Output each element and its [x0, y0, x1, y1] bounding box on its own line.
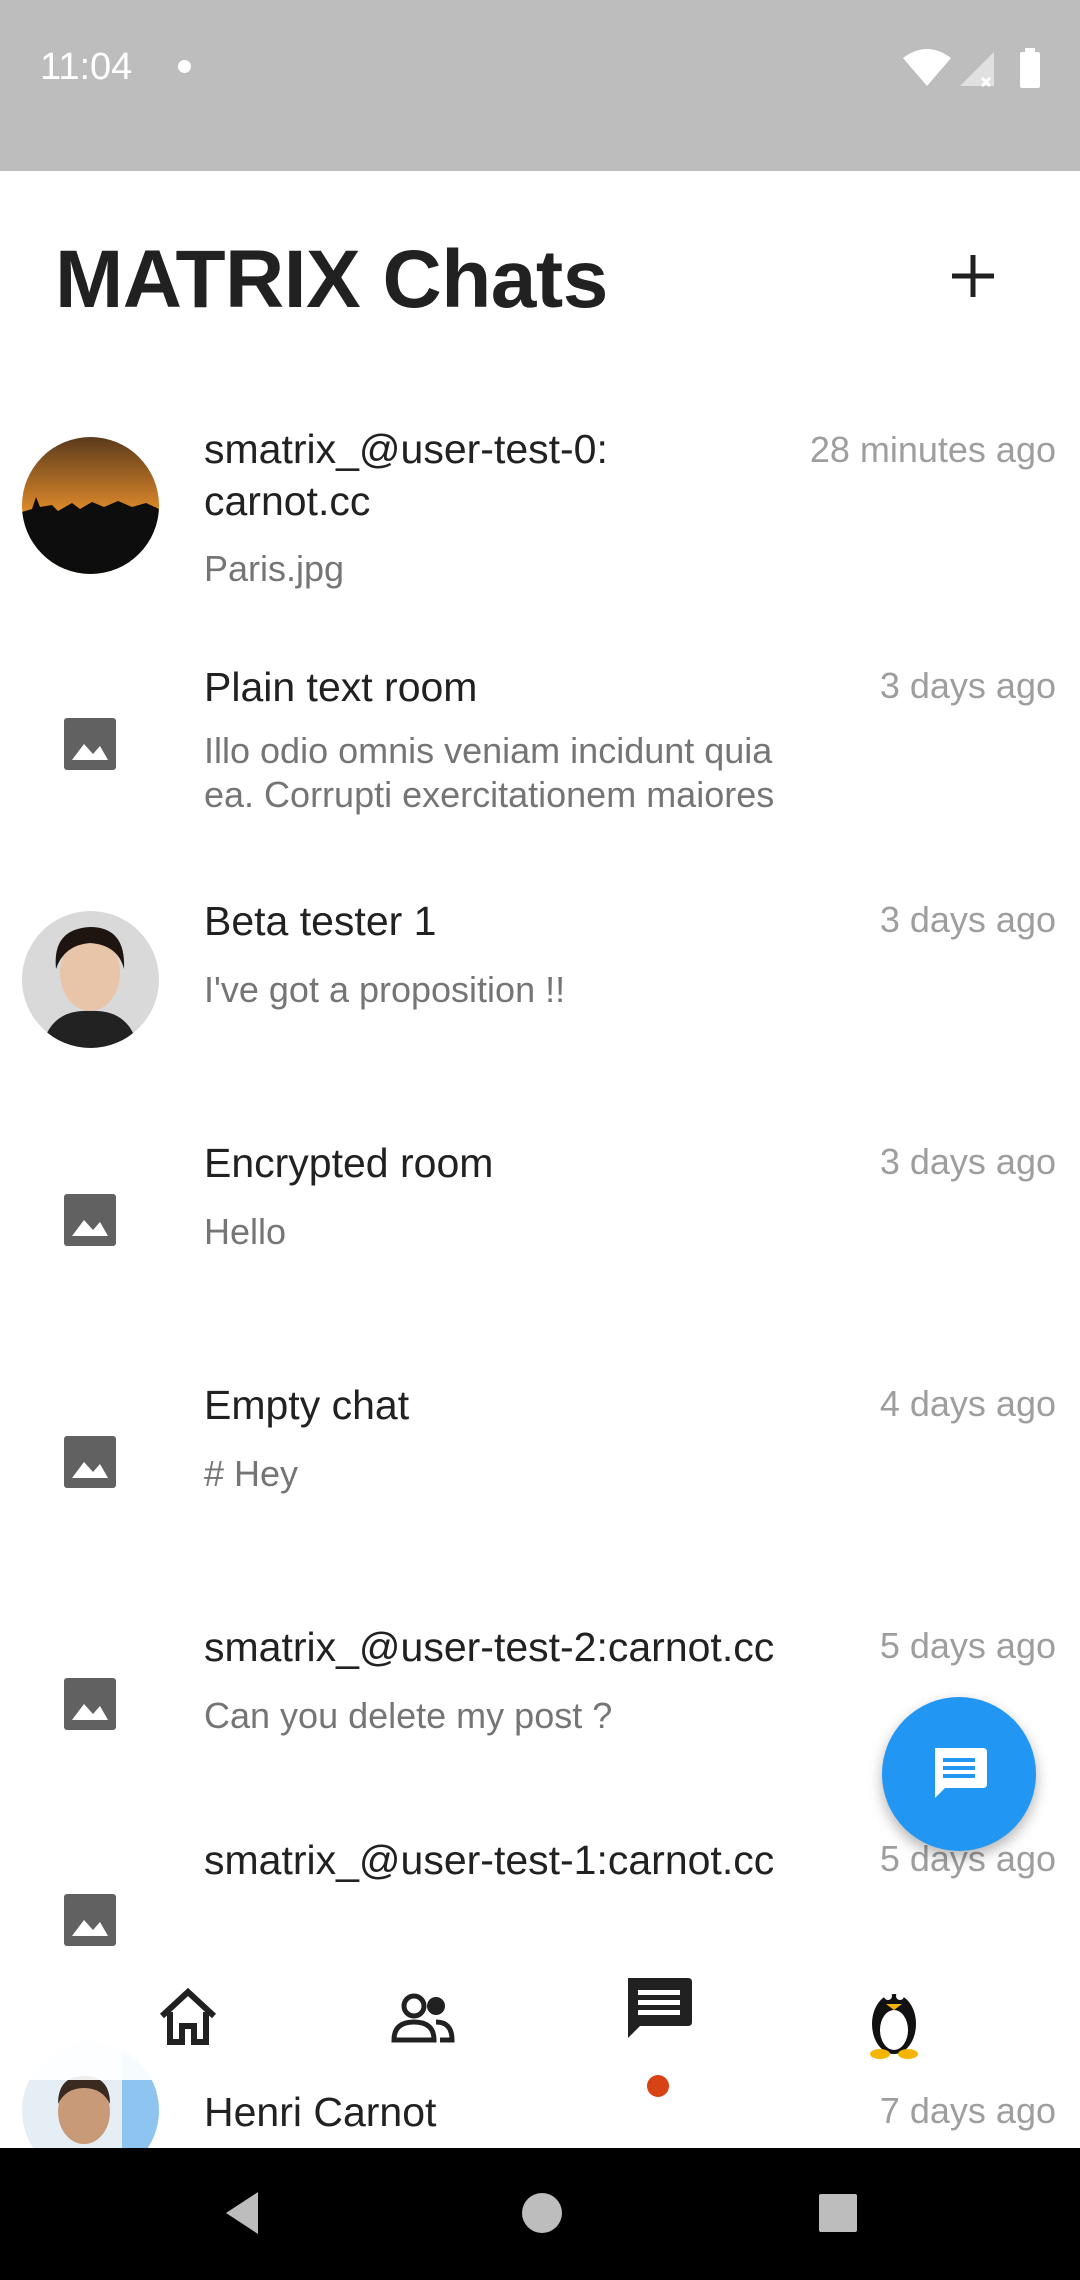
chat-preview: Can you delete my post ? — [204, 1695, 613, 1736]
chat-preview: Illo odio omnis veniam incidunt quia ea.… — [204, 730, 775, 815]
chat-name: smatrix_@user-test-1:carnot.cc — [204, 1837, 775, 1883]
plus-icon[interactable] — [940, 243, 1006, 309]
chat-name: Henri Carnot — [204, 2089, 437, 2135]
chat-icon[interactable] — [618, 1970, 698, 2050]
recents-square-icon[interactable] — [813, 2188, 863, 2238]
wifi-icon — [903, 49, 951, 86]
chat-list-item[interactable]: Encrypted room Hello 3 days ago — [0, 1113, 1080, 1355]
back-icon[interactable] — [218, 2188, 268, 2238]
chat-timestamp: 3 days ago — [879, 665, 1056, 706]
status-time: 11:04 — [40, 46, 133, 88]
image-placeholder-icon — [64, 1678, 116, 1730]
bottom-navigation — [0, 1960, 1080, 2097]
chat-timestamp: 28 minutes ago — [809, 429, 1056, 470]
chat-list: smatrix_@user-test-0: carnot.cc Paris.jp… — [0, 381, 1080, 2148]
chat-name: smatrix_@user-test-2:carnot.cc — [204, 1624, 775, 1670]
chat-name: Plain text room — [204, 664, 478, 710]
battery-icon — [1020, 48, 1040, 88]
chat-list-item[interactable]: Plain text room Illo odio omnis veniam i… — [0, 631, 1080, 871]
home-icon[interactable] — [148, 1978, 228, 2058]
chat-timestamp: 3 days ago — [879, 899, 1056, 940]
people-icon[interactable] — [382, 1978, 462, 2058]
chat-preview: Hello — [204, 1211, 287, 1252]
chat-preview: I've got a proposition !! — [204, 969, 566, 1010]
image-placeholder-icon — [64, 1436, 116, 1488]
image-placeholder-icon — [64, 718, 116, 770]
status-bar: 11:04 — [0, 0, 1080, 171]
image-placeholder-icon — [64, 1894, 116, 1946]
chat-list-item[interactable]: Empty chat # Hey 4 days ago — [0, 1355, 1080, 1597]
page-title: MATRIX Chats — [55, 234, 608, 325]
avatar — [22, 437, 159, 574]
signal-icon — [960, 52, 994, 88]
chat-timestamp: 4 days ago — [879, 1383, 1056, 1424]
avatar — [22, 911, 159, 1048]
image-placeholder-icon — [64, 1194, 116, 1246]
chat-timestamp: 3 days ago — [879, 1141, 1056, 1182]
chat-message-icon — [935, 1748, 987, 1798]
chat-name: Beta tester 1 — [204, 898, 437, 944]
system-navigation-bar — [0, 2148, 1080, 2280]
chat-preview: # Hey — [204, 1453, 299, 1494]
chat-list-item[interactable]: smatrix_@user-test-0: carnot.cc Paris.jp… — [0, 381, 1080, 631]
chat-name: Encrypted room — [204, 1140, 494, 1186]
active-tab-indicator — [647, 2075, 669, 2097]
profile-penguin-icon[interactable] — [852, 1976, 936, 2060]
chat-name: smatrix_@user-test-0: carnot.cc — [204, 426, 608, 524]
chat-preview: Paris.jpg — [204, 548, 345, 589]
chat-list-item[interactable]: Beta tester 1 I've got a proposition !! … — [0, 871, 1080, 1113]
chat-timestamp: 7 days ago — [879, 2090, 1056, 2131]
chat-timestamp: 5 days ago — [879, 1625, 1056, 1666]
notification-dot-icon — [178, 60, 191, 73]
chat-name: Empty chat — [204, 1382, 410, 1428]
app-header: MATRIX Chats — [0, 171, 1080, 381]
home-circle-icon[interactable] — [517, 2188, 567, 2238]
new-chat-fab[interactable] — [882, 1697, 1036, 1851]
